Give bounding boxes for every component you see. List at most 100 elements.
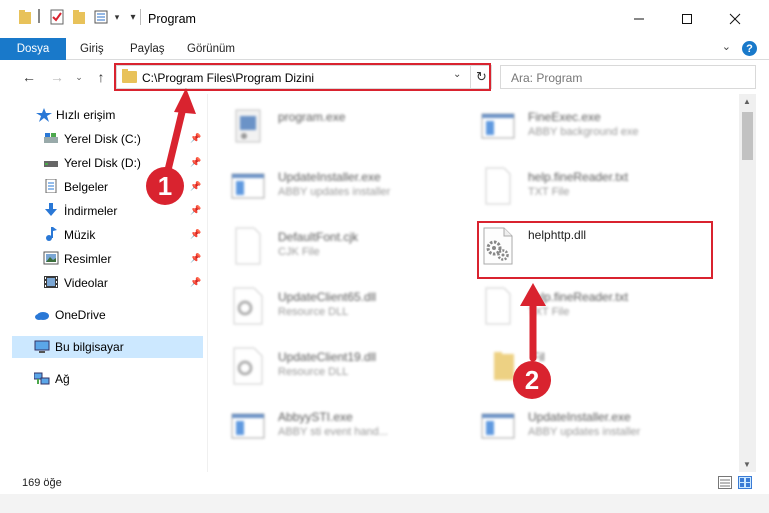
sidebar-item-label: Belgeler [64,180,109,194]
properties-icon[interactable] [50,9,64,25]
star-icon [36,108,52,122]
file-item-target[interactable]: helphttp.dll [466,218,706,274]
file-name: program.exe [278,110,346,124]
large-icons-view-icon[interactable] [738,476,752,489]
file-item[interactable]: UpdateInstaller.exe ABBY updates install… [466,398,706,454]
scroll-down-icon[interactable]: ▼ [743,460,751,469]
customize-toolbar-icon[interactable] [94,9,110,25]
dll-file-icon [483,227,513,265]
close-button[interactable] [718,6,752,32]
file-item[interactable]: FineExec.exe ABBY background exe [466,98,706,154]
pin-toolbar-icon[interactable]: ▾ [128,9,138,25]
file-name: UpdateClient19.dll [278,350,377,364]
minimize-button[interactable] [622,6,656,32]
file-item[interactable]: program.exe [216,98,456,154]
pin-icon[interactable]: 📌 [190,157,201,168]
pictures-icon [43,251,59,265]
file-name: help.fineReader.txt [528,290,629,304]
up-arrow-icon[interactable]: ↑ [92,68,110,86]
dll-file-icon [233,287,263,325]
pin-icon[interactable]: 📌 [190,133,201,144]
file-name: helphttp.dll [528,228,587,242]
downloads-icon [45,203,57,216]
step-2-badge: 2 [513,361,551,399]
vertical-scrollbar[interactable]: ▲ ▼ [739,94,756,472]
expand-ribbon-icon[interactable]: ⌄ [722,40,731,53]
file-item[interactable]: UpdateClient65.dll Resource DLL [216,278,456,334]
pin-icon[interactable]: 📌 [190,277,201,288]
forward-arrow-icon[interactable]: → [48,68,66,86]
file-item[interactable]: help.fineReader.txt TXT File [466,278,706,334]
back-arrow-icon[interactable]: ← [20,68,38,86]
file-item[interactable]: AbbyySTI.exe ABBY sti event hand... [216,398,456,454]
search-input[interactable]: Ara: Program [500,65,756,89]
folder-icon [122,69,137,83]
sidebar-item-label: OneDrive [55,308,106,322]
sidebar-item-pictures[interactable]: Resimler 📌 [0,248,203,270]
address-bar[interactable]: C:\Program Files\Program Dizini ⌄ ↻ [116,65,492,89]
folder-icon [494,352,514,380]
file-description: ABBY sti event hand... [278,426,388,438]
sidebar-item-label: Hızlı erişim [56,108,116,122]
sidebar-item-disk-c[interactable]: Yerel Disk (C:) 📌 [0,128,203,150]
file-name: UpdateInstaller.exe [528,410,631,424]
file-description: Resource DLL [278,306,349,318]
folder-icon[interactable] [18,9,32,25]
file-item[interactable]: DefaultFont.cjk CJK File [216,218,456,274]
pin-icon[interactable]: 📌 [190,205,201,216]
file-item[interactable]: UpdateInstaller.exe ABBY updates install… [216,158,456,214]
item-count: 169 öğe [22,477,62,489]
new-folder-icon[interactable] [72,9,86,25]
file-item[interactable]: Fil [466,338,706,394]
sidebar-item-this-pc[interactable]: Bu bilgisayar [12,336,203,358]
file-item[interactable]: help.fineReader.txt TXT File [466,158,706,214]
sidebar-item-music[interactable]: Müzik 📌 [0,224,203,246]
help-button[interactable]: ? [742,41,757,56]
address-dropdown-icon[interactable]: ⌄ [453,69,461,80]
navigation-bar: ← → ⌄ ↑ C:\Program Files\Program Dizini … [0,60,769,94]
file-item[interactable]: UpdateClient19.dll Resource DLL [216,338,456,394]
file-list: program.exe FineExec.exe ABBY background… [216,94,739,472]
videos-icon [44,276,58,288]
sidebar-item-label: Videolar [64,276,108,290]
file-description: Resource DLL [278,366,349,378]
file-name: help.fineReader.txt [528,170,629,184]
window-bottom-border [0,494,769,513]
file-description: TXT File [528,186,570,198]
address-path[interactable]: C:\Program Files\Program Dizini [142,71,314,85]
sidebar-item-onedrive[interactable]: OneDrive [0,304,203,326]
pin-icon[interactable]: 📌 [190,253,201,264]
sidebar-item-videos[interactable]: Videolar 📌 [0,272,203,294]
file-description: CJK File [278,246,320,258]
tab-file[interactable]: Dosya [0,38,66,60]
dropdown-chevron-icon[interactable]: ▾ [112,9,122,25]
tab-share[interactable]: Paylaş [130,38,165,60]
sidebar-item-label: Ağ [55,372,70,386]
dll-file-icon [233,347,263,385]
minimize-icon [634,18,644,20]
text-file-icon [485,287,511,325]
scroll-up-icon[interactable]: ▲ [743,97,751,106]
details-view-icon[interactable] [718,476,732,489]
sidebar-item-quick-access[interactable]: Hızlı erişim [0,104,203,126]
recent-locations-icon[interactable]: ⌄ [70,68,88,86]
pin-icon[interactable]: 📌 [190,181,201,192]
maximize-button[interactable] [670,6,704,32]
network-icon [34,372,50,385]
text-file-icon [485,167,511,205]
tab-home[interactable]: Giriş [80,38,104,60]
scrollbar-thumb[interactable] [742,112,753,160]
documents-icon [45,179,57,193]
file-name: AbbyySTI.exe [278,410,353,424]
status-bar: 169 öğe [0,472,769,494]
sidebar-item-label: Yerel Disk (D:) [64,156,141,170]
drive-icon [44,161,58,167]
pin-icon[interactable]: 📌 [190,229,201,240]
file-description: ABBY updates installer [278,186,391,198]
tab-view[interactable]: Görünüm [187,38,235,60]
refresh-icon[interactable]: ↻ [470,66,492,88]
sidebar-item-network[interactable]: Ağ [0,368,203,390]
exe-file-icon [235,109,261,143]
file-name: DefaultFont.cjk [278,230,359,244]
ribbon: Dosya Giriş Paylaş Görünüm ⌄ ? [0,38,769,60]
